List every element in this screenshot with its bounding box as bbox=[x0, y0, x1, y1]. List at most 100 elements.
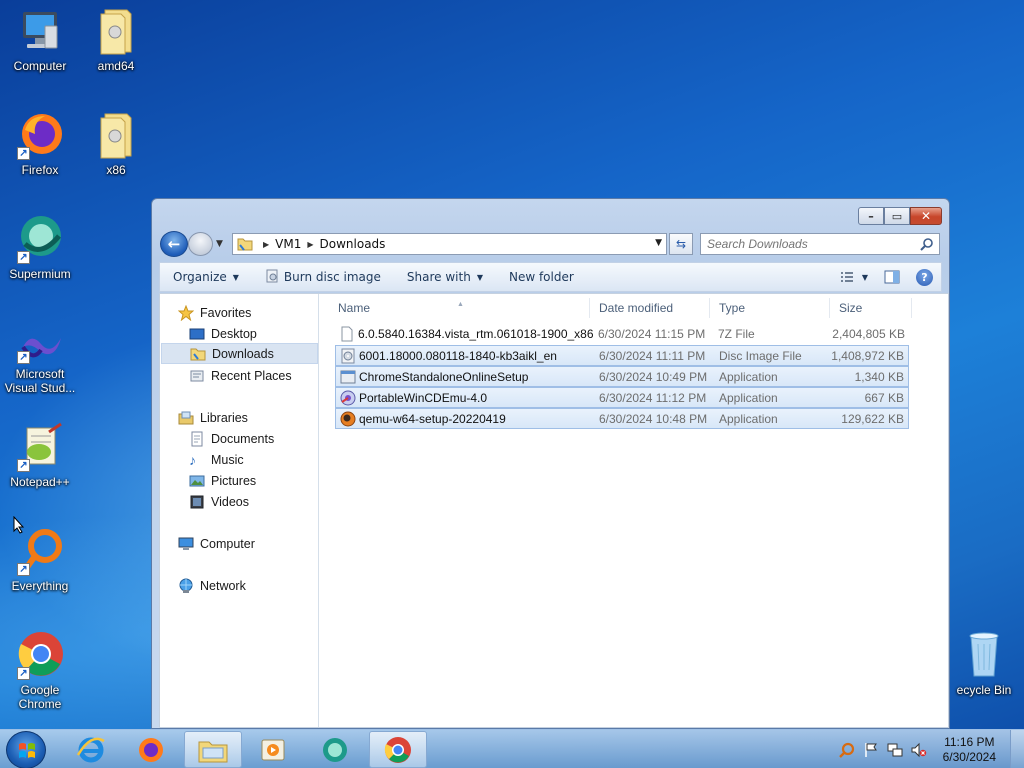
file-row[interactable]: qemu-w64-setup-20220419 6/30/2024 10:48 … bbox=[335, 408, 909, 429]
desktop-icon-firefox[interactable]: ↗ Firefox bbox=[0, 110, 80, 177]
file-date: 6/30/2024 10:49 PM bbox=[599, 370, 708, 384]
clock-date: 6/30/2024 bbox=[942, 749, 996, 764]
nav-label: Computer bbox=[200, 536, 255, 551]
search-box[interactable] bbox=[700, 233, 940, 255]
breadcrumb-vm1[interactable]: VM1 bbox=[275, 237, 301, 251]
file-date: 6/30/2024 11:15 PM bbox=[598, 327, 706, 341]
column-divider[interactable] bbox=[829, 298, 830, 318]
file-row[interactable]: ChromeStandaloneOnlineSetup 6/30/2024 10… bbox=[335, 366, 909, 387]
documents-icon bbox=[189, 431, 205, 447]
search-icon[interactable] bbox=[920, 237, 934, 251]
chevron-down-icon: ▼ bbox=[476, 272, 483, 282]
breadcrumb-separator-icon[interactable]: ▶ bbox=[263, 240, 269, 249]
nav-label: Videos bbox=[211, 494, 249, 509]
search-icon[interactable] bbox=[838, 741, 856, 759]
taskbar-explorer[interactable] bbox=[184, 731, 242, 768]
media-player-icon bbox=[261, 739, 285, 760]
desktop-icon-x86[interactable]: x86 bbox=[76, 110, 156, 177]
breadcrumb-downloads[interactable]: Downloads bbox=[320, 237, 386, 251]
desktop-icon-recycle-bin[interactable]: ecycle Bin bbox=[944, 630, 1024, 697]
desktop-icon-supermium[interactable]: ↗ Supermium bbox=[0, 214, 80, 281]
close-button[interactable]: ✕ bbox=[910, 207, 942, 225]
view-options-button[interactable]: ▼ bbox=[840, 271, 868, 283]
new-folder-button[interactable]: New folder bbox=[496, 263, 587, 291]
column-headers: ▲ Name Date modified Type Size bbox=[320, 294, 948, 322]
nav-network[interactable]: Network bbox=[178, 575, 246, 596]
desktop-icon-computer[interactable]: Computer bbox=[0, 6, 80, 73]
desktop-icon-chrome[interactable]: ↗ Google Chrome bbox=[0, 630, 80, 711]
recycle-bin-icon bbox=[959, 630, 1009, 680]
refresh-button[interactable]: ⇆ bbox=[669, 233, 693, 255]
file-name: ChromeStandaloneOnlineSetup bbox=[359, 370, 529, 384]
chrome-icon: ↗ bbox=[15, 630, 65, 680]
share-with-menu[interactable]: Share with ▼ bbox=[394, 263, 496, 291]
file-name: 6001.18000.080118-1840-kb3aikl_en bbox=[359, 349, 557, 363]
desktop-icon-amd64[interactable]: amd64 bbox=[76, 6, 156, 73]
show-desktop-button[interactable] bbox=[1010, 730, 1024, 768]
network-status-icon[interactable] bbox=[886, 741, 904, 759]
nav-documents[interactable]: Documents bbox=[189, 428, 274, 449]
taskbar-internet-explorer[interactable] bbox=[62, 731, 120, 768]
organize-menu[interactable]: Organize ▼ bbox=[160, 263, 252, 291]
file-name: PortableWinCDEmu-4.0 bbox=[359, 391, 488, 405]
file-size: 1,340 KB bbox=[854, 370, 904, 384]
back-button[interactable]: ← bbox=[160, 231, 188, 257]
desktop-icon-everything[interactable]: ↗ Everything bbox=[0, 526, 80, 593]
column-header-name[interactable]: Name bbox=[338, 301, 370, 315]
taskbar-supermium[interactable] bbox=[306, 731, 364, 768]
action-center-flag-icon[interactable] bbox=[862, 741, 880, 759]
file-type: 7Z File bbox=[718, 327, 755, 341]
app-icon bbox=[340, 369, 356, 385]
maximize-button[interactable]: ▭ bbox=[884, 207, 910, 225]
organize-label: Organize bbox=[173, 270, 227, 284]
nav-desktop[interactable]: Desktop bbox=[189, 323, 257, 344]
nav-downloads[interactable]: Downloads bbox=[161, 343, 318, 364]
help-button[interactable]: ? bbox=[916, 268, 933, 286]
nav-favorites[interactable]: Favorites bbox=[177, 302, 251, 323]
address-bar[interactable]: ▶ VM1 ▶ Downloads ▼ bbox=[232, 233, 667, 255]
file-row[interactable]: PortableWinCDEmu-4.0 6/30/2024 11:12 PM … bbox=[335, 387, 909, 408]
taskbar-chrome[interactable] bbox=[369, 731, 427, 768]
start-button[interactable] bbox=[6, 731, 46, 768]
nav-computer[interactable]: Computer bbox=[178, 533, 255, 554]
nav-music[interactable]: ♪ Music bbox=[189, 449, 244, 470]
history-dropdown-icon[interactable]: ▼ bbox=[216, 239, 226, 249]
pictures-icon bbox=[189, 473, 205, 489]
file-row[interactable]: 6.0.5840.16384.vista_rtm.061018-1900_x86… bbox=[335, 324, 909, 345]
explorer-window[interactable]: – ▭ ✕ ← ▼ ▶ VM1 ▶ Downloads ▼ ⇆ Organize… bbox=[151, 198, 950, 729]
nav-label: Network bbox=[200, 578, 246, 593]
forward-button[interactable] bbox=[188, 232, 213, 256]
nav-label: Documents bbox=[211, 431, 275, 446]
minimize-button[interactable]: – bbox=[858, 207, 884, 225]
clock[interactable]: 11:16 PM 6/30/2024 bbox=[943, 735, 996, 765]
nav-recent-places[interactable]: Recent Places bbox=[189, 365, 292, 386]
desktop-icon-visual-studio[interactable]: ↗ Microsoft Visual Stud... bbox=[0, 330, 80, 395]
nav-libraries[interactable]: Libraries bbox=[178, 407, 248, 428]
desktop-icon-notepadpp[interactable]: ↗ Notepad++ bbox=[0, 422, 80, 489]
minimize-icon: – bbox=[868, 209, 874, 223]
taskbar-media-player[interactable] bbox=[244, 731, 302, 768]
breadcrumb-separator-icon[interactable]: ▶ bbox=[307, 240, 313, 249]
address-dropdown-icon[interactable]: ▼ bbox=[655, 238, 662, 248]
column-header-type[interactable]: Type bbox=[719, 301, 745, 315]
burn-disc-image-button[interactable]: Burn disc image bbox=[252, 263, 394, 291]
nav-videos[interactable]: Videos bbox=[189, 491, 249, 512]
nav-pictures[interactable]: Pictures bbox=[189, 470, 256, 491]
taskbar-firefox[interactable] bbox=[122, 731, 180, 768]
column-header-size[interactable]: Size bbox=[839, 301, 862, 315]
file-list-pane: ▲ Name Date modified Type Size 6.0.5840.… bbox=[320, 294, 948, 727]
volume-muted-icon[interactable] bbox=[910, 741, 928, 759]
desktop-icon-label: Computer bbox=[13, 59, 67, 73]
column-divider[interactable] bbox=[911, 298, 912, 318]
firefox-icon bbox=[139, 737, 163, 762]
file-type: Application bbox=[719, 370, 778, 384]
preview-pane-button[interactable] bbox=[884, 270, 900, 284]
column-divider[interactable] bbox=[709, 298, 710, 318]
desktop-icon-label: Notepad++ bbox=[10, 475, 70, 489]
search-input[interactable] bbox=[701, 234, 911, 254]
supermium-icon: ↗ bbox=[15, 214, 65, 264]
mouse-cursor bbox=[13, 515, 25, 537]
column-header-date[interactable]: Date modified bbox=[599, 301, 673, 315]
column-divider[interactable] bbox=[589, 298, 590, 318]
file-row[interactable]: 6001.18000.080118-1840-kb3aikl_en 6/30/2… bbox=[335, 345, 909, 366]
